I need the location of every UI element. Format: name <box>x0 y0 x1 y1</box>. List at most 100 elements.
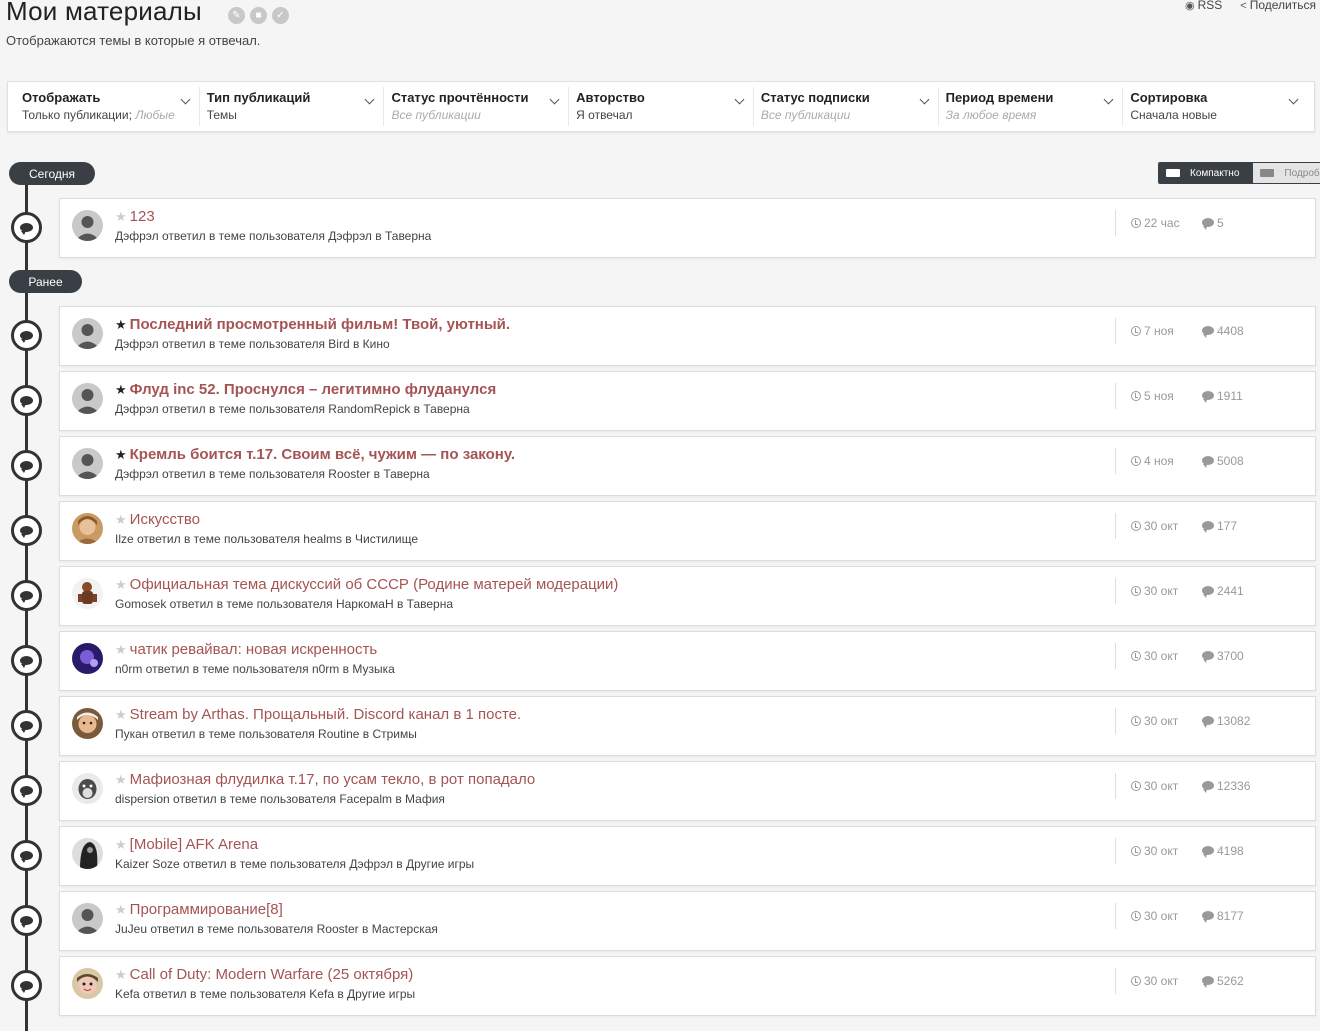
topic-date: 22 час <box>1131 216 1180 230</box>
clock-icon <box>1131 456 1141 466</box>
filter-follow-status[interactable]: Статус подписки Все публикации <box>754 87 939 126</box>
topic-title: Stream by Arthas. Прощальный. Discord ка… <box>129 706 522 723</box>
avatar[interactable] <box>72 643 103 674</box>
topic-date: 30 окт <box>1131 584 1178 598</box>
rss-link[interactable]: ◉ RSS <box>1185 0 1222 12</box>
list-item: ★ чатик ревайвал: новая искренность n0rm о… <box>59 631 1316 691</box>
filter-sort[interactable]: Сортировка Сначала новые <box>1123 87 1307 126</box>
topic-reply-count: 4408 <box>1202 324 1244 338</box>
topic-title-link[interactable]: ★ Мафиозная флудилка т.17, по усам текло,… <box>115 771 535 788</box>
avatar[interactable] <box>72 838 103 869</box>
topic-meta: 30 окт 12336 <box>1115 773 1250 799</box>
topic-meta: 30 окт 4198 <box>1115 838 1244 864</box>
count-text: 8177 <box>1217 909 1244 923</box>
topic-date: 30 окт <box>1131 909 1178 923</box>
comment-icon <box>1202 976 1214 988</box>
timeline-comment-icon <box>11 645 42 676</box>
date-text: 4 ноя <box>1144 454 1174 468</box>
topic-title: Искусство <box>129 511 201 528</box>
avatar[interactable] <box>72 210 103 241</box>
topic-subtitle: dispersion ответил в теме пользователя F… <box>115 792 445 806</box>
comment-icon <box>1202 716 1214 728</box>
view-detailed-button[interactable]: Подробно <box>1253 163 1320 183</box>
topic-title-link[interactable]: ★ Искусство <box>115 511 200 528</box>
topic-reply-count: 5 <box>1202 216 1224 230</box>
topic-reply-count: 3700 <box>1202 649 1244 663</box>
avatar[interactable] <box>72 903 103 934</box>
rss-label: RSS <box>1197 0 1223 12</box>
topic-subtitle: Gomosek ответил в теме пользователя Нарк… <box>115 597 454 611</box>
timeline-comment-icon <box>11 212 42 243</box>
filter-value: Сначала новые <box>1130 108 1217 122</box>
check-icon[interactable]: ✓ <box>272 7 289 24</box>
avatar[interactable] <box>72 968 103 999</box>
star-icon: ★ <box>115 512 127 527</box>
filter-authorship[interactable]: Авторство Я отвечал <box>569 87 754 126</box>
topic-date: 4 ноя <box>1131 454 1174 468</box>
avatar[interactable] <box>72 773 103 804</box>
topic-title-link[interactable]: ★ Программирование[8] <box>115 901 283 918</box>
topic-title-link[interactable]: ★ Call of Duty: Modern Warfare (25 октябр… <box>115 966 413 983</box>
count-text: 1911 <box>1217 389 1243 403</box>
filter-value: Только публикации; Любые <box>22 108 192 122</box>
topic-title-link[interactable]: ★ 123 <box>115 208 155 225</box>
topic-title-link[interactable]: ★ Stream by Arthas. Прощальный. Discord к… <box>115 706 521 723</box>
topic-subtitle: n0rm ответил в теме пользователя n0rm в … <box>115 662 395 676</box>
comment-icon <box>1202 456 1214 468</box>
topic-title-link[interactable]: ★ Последний просмотренный фильм! Твой, ую… <box>115 316 510 333</box>
edit-icon[interactable]: ✎ <box>228 7 245 24</box>
filter-read-status[interactable]: Статус прочтённости Все публикации <box>384 87 570 126</box>
filter-value: Темы <box>206 108 237 122</box>
share-link[interactable]: < Поделиться <box>1240 0 1316 12</box>
star-icon: ★ <box>115 642 127 657</box>
comment-bubble-icon <box>20 223 33 235</box>
topic-reply-count: 5008 <box>1202 454 1244 468</box>
filter-value: Все публикации <box>391 108 481 122</box>
timeline-comment-icon <box>11 905 42 936</box>
topic-meta: 22 час 5 <box>1115 210 1224 236</box>
topic-title-link[interactable]: ★ Кремль боится т.17. Своим всё, чужим — … <box>115 446 515 463</box>
filter-label: Статус подписки <box>760 90 870 105</box>
comment-bubble-icon <box>20 981 33 993</box>
topic-title: Программирование[8] <box>129 901 283 918</box>
topic-reply-count: 2441 <box>1202 584 1244 598</box>
filter-label: Период времени <box>945 90 1054 105</box>
topic-title-link[interactable]: ★ Флуд inc 52. Проснулся – легитимно флуд… <box>115 381 496 398</box>
timeline-comment-icon <box>11 515 42 546</box>
comment-icon <box>1202 218 1214 230</box>
topic-title: Официальная тема дискуссий об СССР (Роди… <box>129 576 619 593</box>
filter-display[interactable]: Отображать Только публикации; Любые <box>15 87 200 126</box>
timeline-comment-icon <box>11 320 42 351</box>
page-subtitle: Отображаются темы в которые я отвечал. <box>6 33 261 48</box>
avatar[interactable] <box>72 383 103 414</box>
comment-icon <box>1202 521 1214 533</box>
filter-value: Все публикации <box>760 108 851 122</box>
topic-subtitle: Пукан ответил в теме пользователя Routin… <box>115 727 417 741</box>
star-icon: ★ <box>115 577 127 592</box>
avatar[interactable] <box>72 513 103 544</box>
title-icons: ✎ ■ ✓ <box>228 7 289 24</box>
avatar[interactable] <box>72 318 103 349</box>
avatar[interactable] <box>72 708 103 739</box>
stop-icon[interactable]: ■ <box>250 7 267 24</box>
topic-title-link[interactable]: ★ чатик ревайвал: новая искренность <box>115 641 377 658</box>
filter-value: За любое время <box>945 108 1037 122</box>
topic-title: 123 <box>129 208 155 225</box>
filter-bar: Отображать Только публикации; Любые Тип … <box>7 81 1315 132</box>
header-links: ◉ RSS < Поделиться <box>1185 0 1316 12</box>
topic-title-link[interactable]: ★ Официальная тема дискуссий об СССР (Род… <box>115 576 618 593</box>
avatar[interactable] <box>72 578 103 609</box>
list-item: ★ Официальная тема дискуссий об СССР (Род… <box>59 566 1316 626</box>
view-compact-button[interactable]: Компактно <box>1159 163 1254 183</box>
filter-type[interactable]: Тип публикаций Темы <box>200 87 385 126</box>
filter-label: Сортировка <box>1130 90 1208 105</box>
topic-reply-count: 12336 <box>1202 779 1250 793</box>
topic-meta: 30 окт 2441 <box>1115 578 1244 604</box>
comment-bubble-icon <box>20 786 33 798</box>
list-item: ★ Искусство Ilze ответил в теме пользовате… <box>59 501 1316 561</box>
topic-title-link[interactable]: ★ [Mobile] AFK Arena <box>115 836 258 853</box>
filter-time-period[interactable]: Период времени За любое время <box>939 87 1124 126</box>
topic-subtitle: Kaizer Soze ответил в теме пользователя … <box>115 857 475 871</box>
topic-reply-count: 13082 <box>1202 714 1250 728</box>
avatar[interactable] <box>72 448 103 479</box>
